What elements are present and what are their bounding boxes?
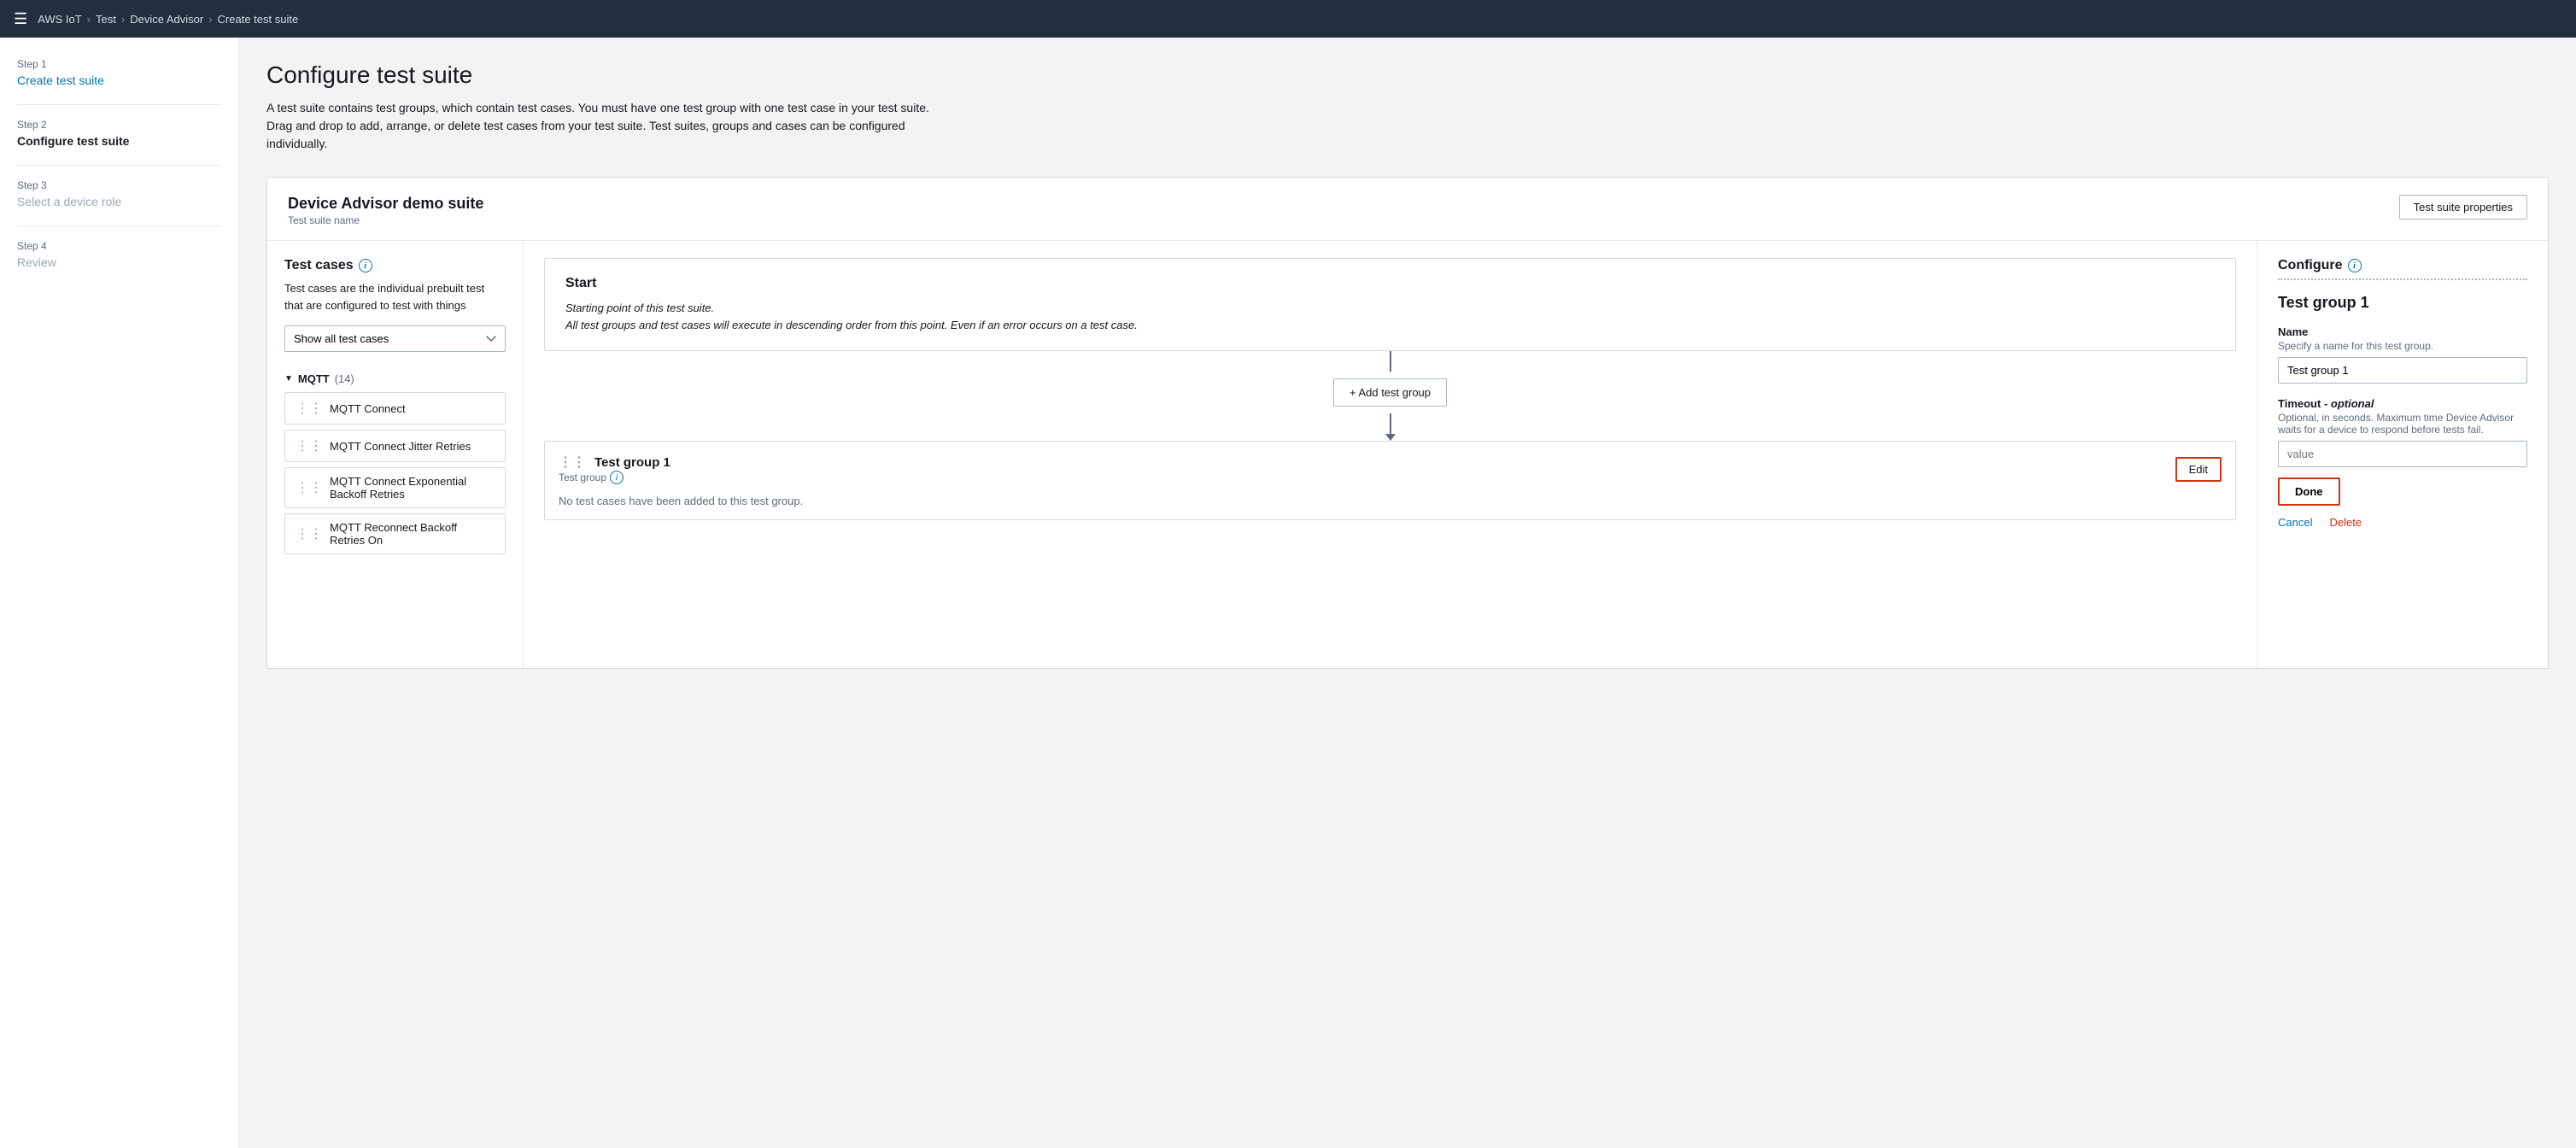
three-col-layout: Test cases i Test cases are the individu… <box>267 241 2548 668</box>
drag-handle-icon: ⋮⋮ <box>296 400 323 417</box>
configure-title: Configure i <box>2278 258 2527 273</box>
step-4-label: Step 4 <box>17 240 221 252</box>
test-case-mqtt-exponential[interactable]: ⋮⋮ MQTT Connect Exponential Backoff Retr… <box>284 467 506 508</box>
mqtt-count: (14) <box>335 372 354 385</box>
mqtt-collapse-icon[interactable]: ▼ <box>284 374 293 384</box>
arrow-head <box>1385 434 1396 441</box>
delete-button[interactable]: Delete <box>2329 516 2362 529</box>
breadcrumb-current: Create test suite <box>218 13 299 26</box>
test-group-title: ⋮⋮ Test group 1 <box>559 454 670 471</box>
config-actions: Cancel Delete <box>2278 516 2527 529</box>
test-case-mqtt-jitter[interactable]: ⋮⋮ MQTT Connect Jitter Retries <box>284 430 506 462</box>
test-case-mqtt-connect[interactable]: ⋮⋮ MQTT Connect <box>284 392 506 425</box>
center-flow: Start Starting point of this test suite.… <box>544 258 2236 520</box>
test-group-edit-button[interactable]: Edit <box>2175 457 2222 482</box>
drag-handle-icon: ⋮⋮ <box>296 525 323 542</box>
mqtt-group: ▼ MQTT (14) ⋮⋮ MQTT Connect ⋮⋮ MQTT Conn… <box>284 372 506 554</box>
test-group-info-icon[interactable]: i <box>610 471 624 484</box>
suite-properties-button[interactable]: Test suite properties <box>2399 195 2527 220</box>
arrow-down-1 <box>1390 351 1391 372</box>
main-content: Configure test suite A test suite contai… <box>239 38 2576 1148</box>
breadcrumb-sep-1: › <box>87 13 91 26</box>
breadcrumb-sep-2: › <box>121 13 125 26</box>
breadcrumb-aws-iot[interactable]: AWS IoT <box>38 13 82 26</box>
breadcrumb-sep-3: › <box>208 13 212 26</box>
name-field-input[interactable] <box>2278 357 2527 384</box>
test-cases-info-icon[interactable]: i <box>359 259 372 272</box>
no-test-cases-msg: No test cases have been added to this te… <box>559 495 2222 507</box>
test-cases-desc: Test cases are the individual prebuilt t… <box>284 280 506 313</box>
sidebar-step-4-disabled: Review <box>17 255 221 269</box>
start-box: Start Starting point of this test suite.… <box>544 258 2236 351</box>
drag-handle-icon: ⋮⋮ <box>296 437 323 454</box>
timeout-field-hint: Optional, in seconds. Maximum time Devic… <box>2278 412 2527 436</box>
configure-panel: Configure i Test group 1 Name Specify a … <box>2257 241 2548 668</box>
suite-name-group: Device Advisor demo suite Test suite nam… <box>288 195 483 226</box>
test-cases-filter-dropdown[interactable]: Show all test cases <box>284 325 506 352</box>
step-2-label: Step 2 <box>17 119 221 131</box>
arrow-line-2 <box>1390 413 1391 434</box>
done-button[interactable]: Done <box>2278 477 2340 506</box>
sidebar-step-2: Step 2 Configure test suite <box>17 119 221 148</box>
timeout-field-label: Timeout - optional <box>2278 397 2527 410</box>
breadcrumb: AWS IoT › Test › Device Advisor › Create… <box>38 13 298 26</box>
name-field-label: Name <box>2278 325 2527 338</box>
sidebar-step-3-disabled: Select a device role <box>17 195 221 208</box>
sidebar: Step 1 Create test suite Step 2 Configur… <box>0 38 239 1148</box>
sidebar-step-2-active: Configure test suite <box>17 134 221 148</box>
page-title: Configure test suite <box>266 62 2549 89</box>
suite-header: Device Advisor demo suite Test suite nam… <box>267 178 2548 241</box>
test-cases-title: Test cases i <box>284 258 506 273</box>
sidebar-step-3: Step 3 Select a device role <box>17 179 221 208</box>
test-group-title-area: ⋮⋮ Test group 1 Test group i <box>559 454 670 484</box>
start-desc-2: All test groups and test cases will exec… <box>565 317 2215 334</box>
sidebar-step-1: Step 1 Create test suite <box>17 58 221 87</box>
config-group-name: Test group 1 <box>2278 294 2527 312</box>
test-group-header: ⋮⋮ Test group 1 Test group i Edit <box>559 454 2222 484</box>
sidebar-step-1-link[interactable]: Create test suite <box>17 73 104 87</box>
step-3-label: Step 3 <box>17 179 221 191</box>
suite-name: Device Advisor demo suite <box>288 195 483 213</box>
configure-info-icon[interactable]: i <box>2348 259 2362 272</box>
hamburger-icon[interactable]: ☰ <box>14 10 27 28</box>
breadcrumb-device-advisor[interactable]: Device Advisor <box>130 13 203 26</box>
configure-title-area: Configure i <box>2278 258 2527 280</box>
top-nav: ☰ AWS IoT › Test › Device Advisor › Crea… <box>0 0 2576 38</box>
mqtt-label: MQTT <box>298 372 330 385</box>
arrow-line <box>1390 351 1391 372</box>
test-cases-panel: Test cases i Test cases are the individu… <box>267 241 524 668</box>
name-field-hint: Specify a name for this test group. <box>2278 340 2527 352</box>
start-title: Start <box>565 276 2215 291</box>
drag-handle-icon: ⋮⋮ <box>296 479 323 496</box>
start-desc-1: Starting point of this test suite. <box>565 300 2215 317</box>
cancel-button[interactable]: Cancel <box>2278 516 2312 529</box>
add-test-group-button[interactable]: + Add test group <box>1333 378 1447 407</box>
test-group-box: ⋮⋮ Test group 1 Test group i Edit <box>544 441 2236 520</box>
center-panel: Start Starting point of this test suite.… <box>524 241 2257 668</box>
drag-vert-icon: ⋮⋮ <box>559 454 586 471</box>
test-group-subtitle: Test group i <box>559 471 670 484</box>
page-description: A test suite contains test groups, which… <box>266 99 933 153</box>
mqtt-group-header: ▼ MQTT (14) <box>284 372 506 385</box>
suite-name-label: Test suite name <box>288 214 483 226</box>
step-1-label: Step 1 <box>17 58 221 70</box>
timeout-field-input[interactable] <box>2278 441 2527 467</box>
test-case-mqtt-reconnect[interactable]: ⋮⋮ MQTT Reconnect Backoff Retries On <box>284 513 506 554</box>
arrow-down-2 <box>1385 413 1396 441</box>
breadcrumb-test[interactable]: Test <box>96 13 116 26</box>
suite-container: Device Advisor demo suite Test suite nam… <box>266 177 2549 669</box>
sidebar-step-4: Step 4 Review <box>17 240 221 269</box>
